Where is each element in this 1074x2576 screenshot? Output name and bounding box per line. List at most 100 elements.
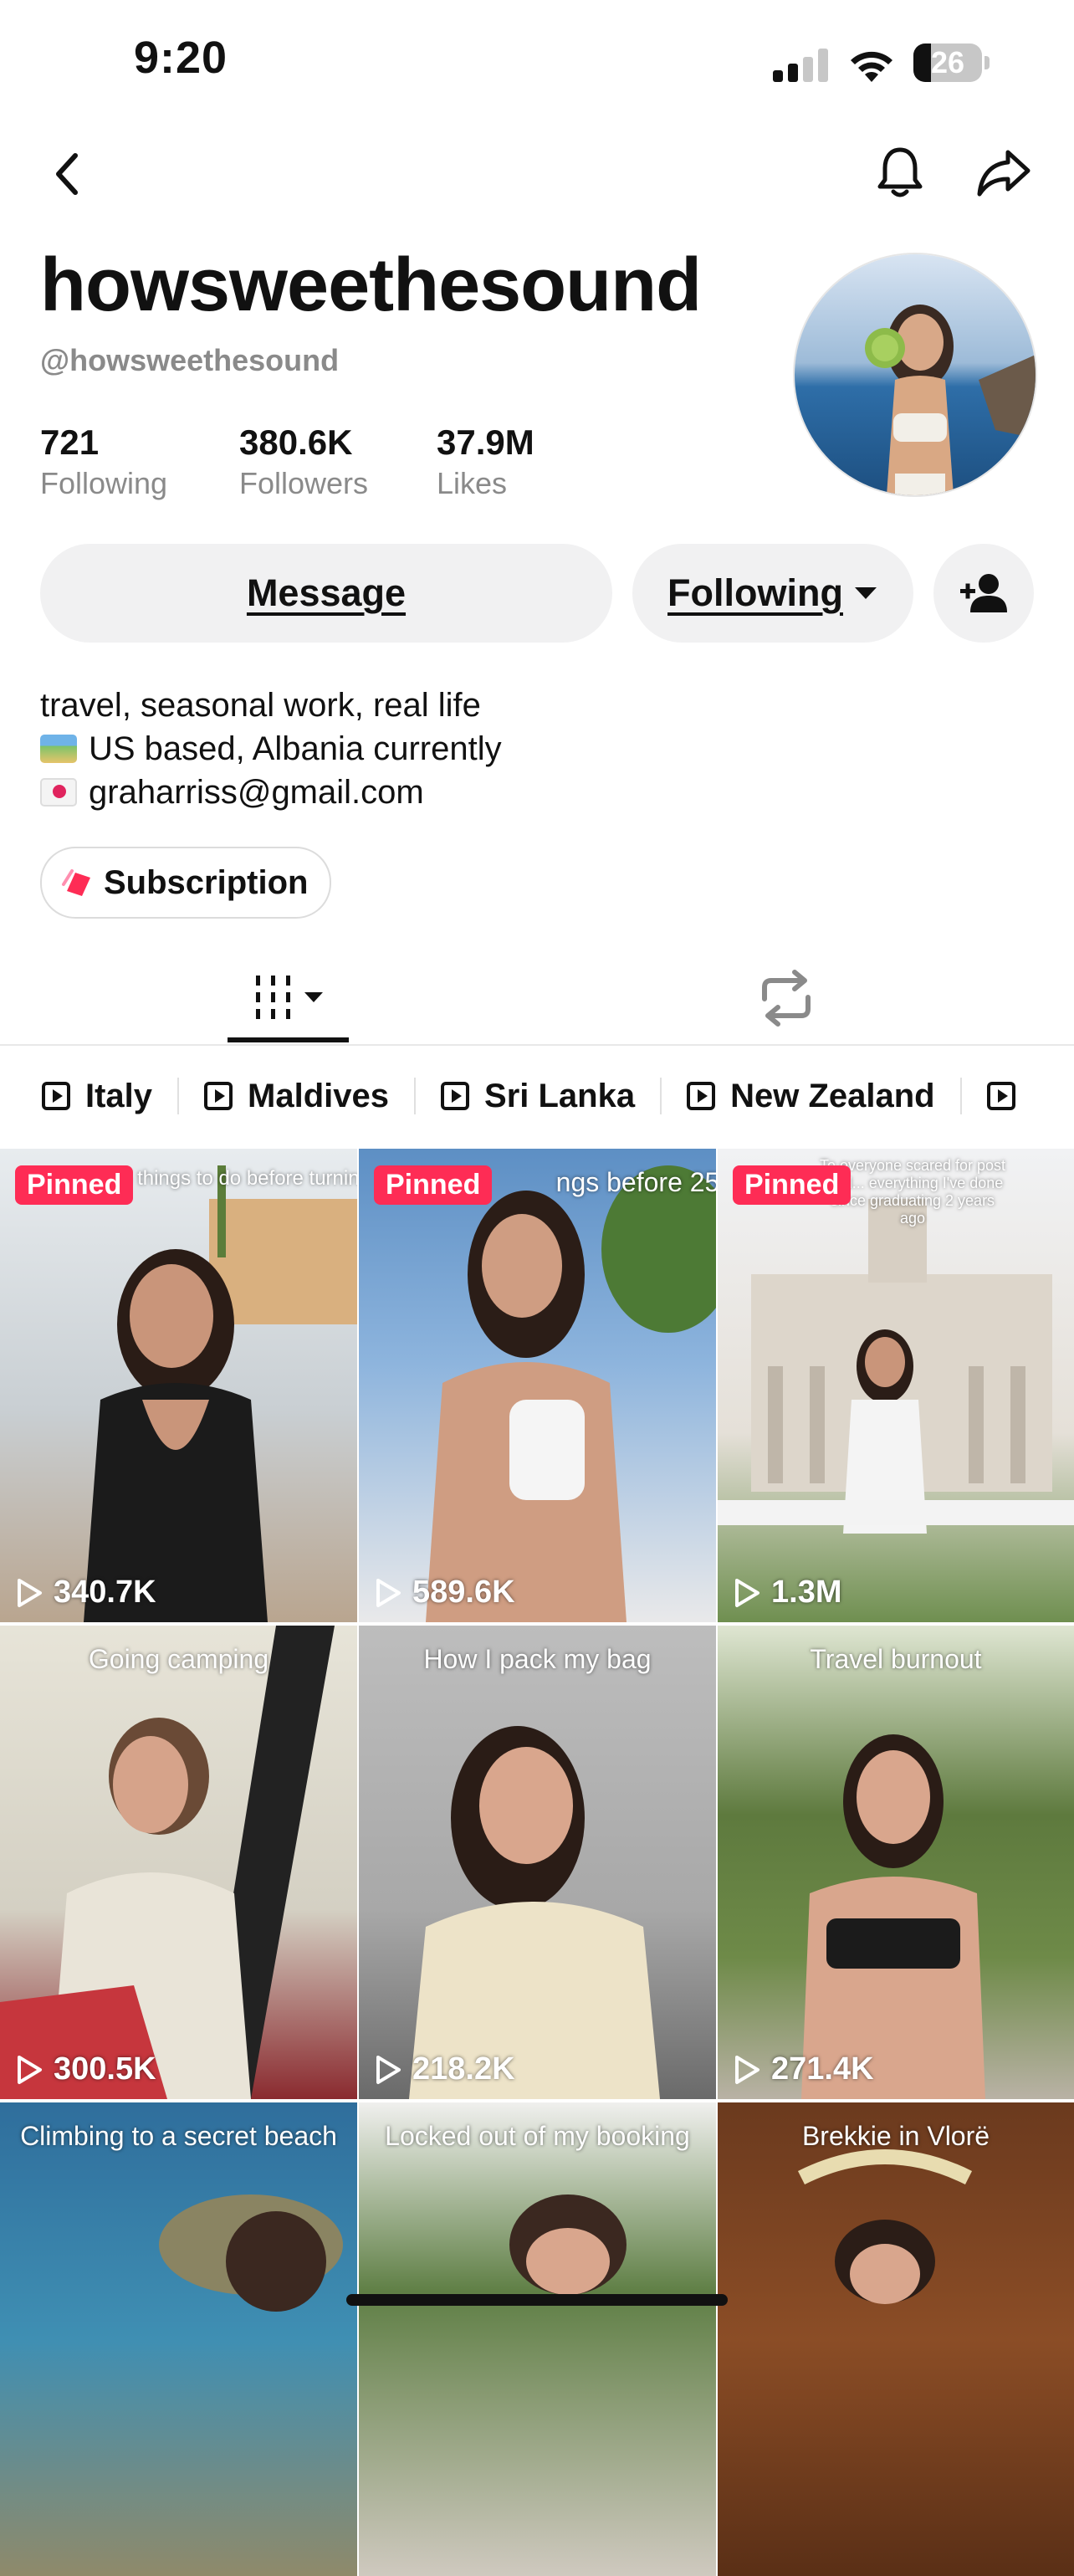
video-thumbnail[interactable]: Brekkie in Vlorë	[718, 2102, 1074, 2576]
content-tabs	[0, 952, 1074, 1046]
view-count: 271.4K	[733, 2051, 874, 2087]
thumbnail-image	[159, 2194, 343, 2312]
view-count: 589.6K	[374, 1575, 515, 1611]
play-icon	[376, 2055, 401, 2084]
tab-videos[interactable]	[248, 969, 331, 1036]
playlist-new-zealand[interactable]: New Zealand	[662, 1078, 962, 1114]
profile-handle: @howsweethesound	[40, 343, 340, 377]
view-count: 340.7K	[15, 1575, 156, 1611]
video-caption: How I pack my bag	[423, 1644, 652, 1674]
thumbnail-image	[426, 1165, 716, 1622]
play-icon	[18, 1578, 42, 1607]
stat-label: Following	[40, 466, 168, 500]
stat-followers[interactable]: 380.6K Followers	[239, 423, 368, 501]
view-count-value: 1.3M	[771, 1575, 842, 1610]
profile-bio: travel, seasonal work, real life US base…	[40, 684, 502, 814]
message-button[interactable]: Message	[40, 544, 612, 643]
view-count-value: 271.4K	[771, 2051, 874, 2087]
playlist-label: New Zealand	[730, 1077, 935, 1114]
video-grid: 25 things to do before turning 25 Pinned…	[0, 1149, 1074, 2576]
suggested-accounts-button[interactable]	[933, 544, 1034, 643]
playlist-icon	[204, 1082, 233, 1110]
playlist-maldives[interactable]: Maldives	[179, 1077, 417, 1114]
pinned-badge: Pinned	[374, 1165, 493, 1205]
stat-value: 721	[40, 423, 100, 462]
notifications-button[interactable]	[867, 139, 933, 206]
playlist-italy[interactable]: Italy	[0, 1077, 180, 1114]
video-thumbnail[interactable]: Locked out of my booking	[359, 2102, 716, 2576]
wifi-icon	[846, 47, 897, 84]
thumbnail-image	[84, 1165, 357, 1622]
stat-label: Followers	[239, 466, 369, 500]
email-link[interactable]: graharriss@gmail.com	[89, 774, 424, 811]
video-caption: Going camping	[88, 1644, 269, 1674]
add-person-icon	[960, 574, 1007, 612]
video-caption: Locked out of my booking	[385, 2121, 690, 2151]
home-indicator	[346, 2294, 728, 2306]
view-count-value: 300.5K	[54, 2051, 156, 2087]
stat-likes[interactable]: 37.9M Likes	[437, 423, 534, 501]
stat-following[interactable]: 721 Following	[40, 423, 167, 501]
following-button[interactable]: Following	[632, 544, 913, 643]
battery-percent: 26	[930, 45, 965, 79]
videos-grid-icon	[256, 976, 323, 1019]
view-count-value: 589.6K	[412, 1575, 515, 1610]
bio-line: travel, seasonal work, real life	[40, 687, 481, 724]
playlist-icon	[42, 1082, 70, 1110]
love-letter-icon	[40, 778, 77, 807]
playlist-more[interactable]	[962, 1078, 1056, 1114]
playlist-icon	[687, 1082, 716, 1110]
thumbnail-image	[409, 1726, 660, 2099]
profile-username: howsweethesound	[40, 243, 702, 327]
stat-value: 380.6K	[239, 423, 353, 462]
battery-icon: 26	[913, 44, 990, 82]
video-caption: Travel burnout	[810, 1644, 982, 1674]
chevron-left-icon	[56, 153, 78, 195]
repost-icon	[762, 970, 811, 1027]
playlist-icon	[441, 1082, 470, 1110]
share-button[interactable]	[970, 139, 1037, 206]
playlist-label: Sri Lanka	[484, 1077, 636, 1114]
video-thumbnail[interactable]: 25 things to do before turning 25 Pinned…	[0, 1149, 357, 1622]
back-button[interactable]	[33, 141, 100, 207]
view-count: 300.5K	[15, 2051, 156, 2087]
world-map-icon	[40, 735, 77, 763]
view-count: 218.2K	[374, 2051, 515, 2087]
following-label: Following	[667, 571, 843, 614]
caret-down-icon	[854, 587, 877, 599]
video-caption: Climbing to a secret beach	[20, 2121, 337, 2151]
view-count-value: 218.2K	[412, 2051, 515, 2087]
video-thumbnail[interactable]: To everyone scared for post grad... ever…	[718, 1149, 1074, 1622]
playlist-label: Italy	[85, 1077, 153, 1114]
cellular-signal-icon	[773, 49, 828, 82]
video-thumbnail[interactable]: How I pack my bag 218.2K	[359, 1626, 716, 2099]
video-caption: Brekkie in Vlorë	[801, 2121, 990, 2151]
thumbnail-image	[0, 1626, 335, 2099]
share-icon	[977, 150, 1031, 197]
video-thumbnail[interactable]: Climbing to a secret beach	[0, 2102, 357, 2576]
playlist-label: Maldives	[248, 1077, 390, 1114]
bell-icon	[877, 147, 923, 197]
subscription-button[interactable]: Subscription	[40, 847, 331, 919]
playlist-row: Italy Maldives Sri Lanka New Zealand	[0, 1054, 1074, 1138]
play-icon	[735, 1578, 759, 1607]
video-thumbnail[interactable]: ngs before 25 Pinned 589.6K	[359, 1149, 716, 1622]
thumbnail-image	[801, 1734, 985, 2099]
pinned-badge: Pinned	[733, 1165, 852, 1205]
stat-value: 37.9M	[437, 423, 534, 462]
view-count-value: 340.7K	[54, 1575, 156, 1610]
status-time: 9:20	[134, 33, 228, 83]
subscription-icon	[62, 869, 90, 896]
stat-label: Likes	[437, 466, 508, 500]
play-icon	[376, 1578, 401, 1607]
thumbnail-image	[797, 2149, 973, 2304]
profile-avatar[interactable]	[793, 253, 1037, 497]
playlist-sri-lanka[interactable]: Sri Lanka	[416, 1078, 662, 1114]
tab-reposts[interactable]	[753, 969, 820, 1036]
thumbnail-image	[509, 2194, 626, 2295]
subscription-label: Subscription	[104, 863, 309, 901]
play-icon	[735, 2055, 759, 2084]
active-tab-indicator	[228, 1037, 349, 1042]
video-thumbnail[interactable]: Going camping 300.5K	[0, 1626, 357, 2099]
video-thumbnail[interactable]: Travel burnout 271.4K	[718, 1626, 1074, 2099]
